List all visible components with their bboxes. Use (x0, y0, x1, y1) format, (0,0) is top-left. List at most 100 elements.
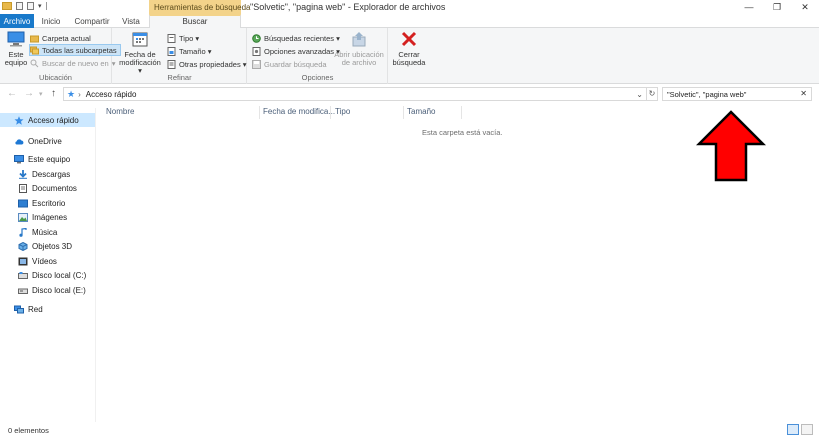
window-title: "Solvetic", "pagina web" - Explorador de… (250, 2, 446, 12)
properties-icon (167, 59, 176, 69)
tamano-button[interactable]: Tamaño ▾ (167, 45, 212, 57)
nav-item-red[interactable]: Red (14, 302, 43, 316)
column-divider[interactable] (461, 106, 462, 119)
breadcrumb-path[interactable]: Acceso rápido (86, 90, 137, 99)
forward-arrow-icon[interactable]: → (24, 88, 34, 99)
carpeta-actual-label: Carpeta actual (42, 33, 91, 43)
column-header-tipo[interactable]: Tipo (335, 107, 350, 116)
guardar-busqueda-button[interactable]: Guardar búsqueda (252, 58, 327, 70)
todas-subcarpetas-label: Todas las subcarpetas (42, 45, 117, 55)
large-icons-view-button[interactable] (801, 424, 813, 435)
este-equipo-label-2: equipo (4, 58, 28, 67)
items-count: 0 elementos (8, 426, 49, 435)
file-size-icon (167, 46, 176, 56)
column-divider[interactable] (330, 106, 331, 119)
close-window-button[interactable]: ✕ (791, 0, 819, 14)
nav-label: Acceso rápido (28, 115, 79, 125)
drive-icon (18, 286, 28, 295)
ribbon-tabs: Archivo Inicio Compartir Vista Buscar (0, 14, 819, 29)
nav-item-escritorio[interactable]: Escritorio (18, 196, 65, 210)
group-cerrar: Cerrar búsqueda (389, 28, 429, 84)
up-arrow-icon[interactable]: ↑ (51, 88, 56, 99)
tab-buscar[interactable]: Buscar (149, 14, 241, 29)
nav-label: Escritorio (32, 198, 66, 208)
nav-label: Documentos (32, 183, 77, 193)
group-ubicacion: Este equipo Carpeta actual Todas las sub… (0, 28, 121, 84)
nav-item-disco-c[interactable]: Disco local (C:) (18, 268, 86, 282)
otras-propiedades-label: Otras propiedades ▾ (179, 59, 247, 69)
busquedas-recientes-button[interactable]: Búsquedas recientes ▾ (252, 32, 340, 44)
drive-icon (18, 271, 28, 280)
folder-icon (2, 2, 12, 10)
refresh-button[interactable]: ↻ (646, 87, 658, 101)
nav-label: Disco local (E:) (32, 285, 86, 295)
properties-icon[interactable] (16, 2, 23, 10)
group-opciones: Búsquedas recientes ▾ Opciones avanzadas… (248, 28, 388, 84)
maximize-button[interactable]: ❐ (763, 0, 791, 14)
column-header-nombre[interactable]: Nombre (106, 107, 134, 116)
cloud-icon (14, 137, 24, 146)
back-arrow-icon[interactable]: ← (7, 88, 17, 99)
nav-label: Imágenes (32, 212, 68, 222)
address-box[interactable]: ★ › Acceso rápido ⌄ (63, 87, 647, 101)
column-header-tamano[interactable]: Tamaño (407, 107, 435, 116)
customize-toolbar-icon[interactable]: ▾ (38, 2, 42, 10)
computer-icon (14, 154, 24, 164)
star-icon (14, 115, 24, 125)
nav-label: OneDrive (28, 136, 62, 146)
nav-item-documentos[interactable]: Documentos (18, 181, 77, 195)
buscar-de-nuevo-button[interactable]: Buscar de nuevo en ▾ (30, 57, 115, 69)
column-header-fecha[interactable]: Fecha de modifica... (263, 107, 335, 116)
search-icon (30, 59, 39, 68)
abrir-label-2: de archivo (341, 58, 377, 67)
cube-icon (18, 241, 28, 251)
tipo-button[interactable]: Tipo ▾ (167, 32, 199, 44)
fecha-modificacion-button[interactable]: Fecha de modificación ▾ (117, 31, 163, 75)
search-input-value: "Solvetic", "pagina web" (667, 90, 747, 99)
details-view-button[interactable] (787, 424, 799, 435)
nav-item-onedrive[interactable]: OneDrive (14, 134, 62, 148)
address-dropdown-icon[interactable]: ⌄ (636, 90, 643, 99)
nav-item-descargas[interactable]: Descargas (18, 167, 70, 181)
tab-archivo[interactable]: Archivo (0, 14, 34, 28)
abrir-ubicacion-button[interactable]: Abrir ubicación de archivo (334, 31, 384, 67)
nav-item-videos[interactable]: Vídeos (18, 254, 57, 268)
todas-subcarpetas-button[interactable]: Todas las subcarpetas (29, 44, 121, 56)
group-refinar: Fecha de modificación ▾ Tipo ▾ Tamaño ▾ … (113, 28, 247, 84)
minimize-button[interactable]: — (735, 0, 763, 14)
tab-vista[interactable]: Vista (116, 14, 146, 28)
nav-item-musica[interactable]: Música (18, 225, 57, 239)
column-divider[interactable] (403, 106, 404, 119)
red-arrow-annotation (696, 110, 766, 182)
new-folder-icon[interactable] (27, 2, 34, 10)
column-divider[interactable] (259, 106, 260, 119)
nav-item-acceso-rapido[interactable]: Acceso rápido (0, 113, 95, 127)
nav-label: Descargas (32, 169, 71, 179)
opciones-avanzadas-button[interactable]: Opciones avanzadas ▾ (252, 45, 340, 57)
nav-item-este-equipo[interactable]: Este equipo (14, 152, 70, 166)
este-equipo-button[interactable]: Este equipo (4, 31, 28, 67)
recent-locations-icon[interactable]: ▾ (39, 90, 43, 98)
calendar-icon (117, 31, 163, 49)
nav-item-imagenes[interactable]: Imágenes (18, 210, 67, 224)
clear-search-icon[interactable]: ✕ (800, 89, 807, 98)
nav-label: Red (28, 304, 43, 314)
guardar-busqueda-label: Guardar búsqueda (264, 59, 327, 69)
carpeta-actual-button[interactable]: Carpeta actual (30, 32, 91, 44)
nav-item-objetos-3d[interactable]: Objetos 3D (18, 239, 72, 253)
otras-propiedades-button[interactable]: Otras propiedades ▾ (167, 58, 247, 70)
tab-inicio[interactable]: Inicio (36, 14, 66, 28)
open-location-icon (334, 31, 384, 49)
tamano-label: Tamaño ▾ (179, 46, 212, 56)
tipo-label: Tipo ▾ (179, 33, 200, 43)
music-note-icon (18, 227, 28, 237)
search-input[interactable]: "Solvetic", "pagina web" ✕ (662, 87, 812, 101)
quick-access-toolbar: ▾ (2, 2, 47, 10)
pictures-icon (18, 212, 28, 222)
document-icon (18, 183, 28, 193)
nav-item-disco-e[interactable]: Disco local (E:) (18, 283, 86, 297)
desktop-icon (18, 199, 28, 208)
ribbon: Este equipo Carpeta actual Todas las sub… (0, 28, 819, 84)
cerrar-busqueda-button[interactable]: Cerrar búsqueda (391, 31, 427, 67)
tab-compartir[interactable]: Compartir (70, 14, 114, 28)
